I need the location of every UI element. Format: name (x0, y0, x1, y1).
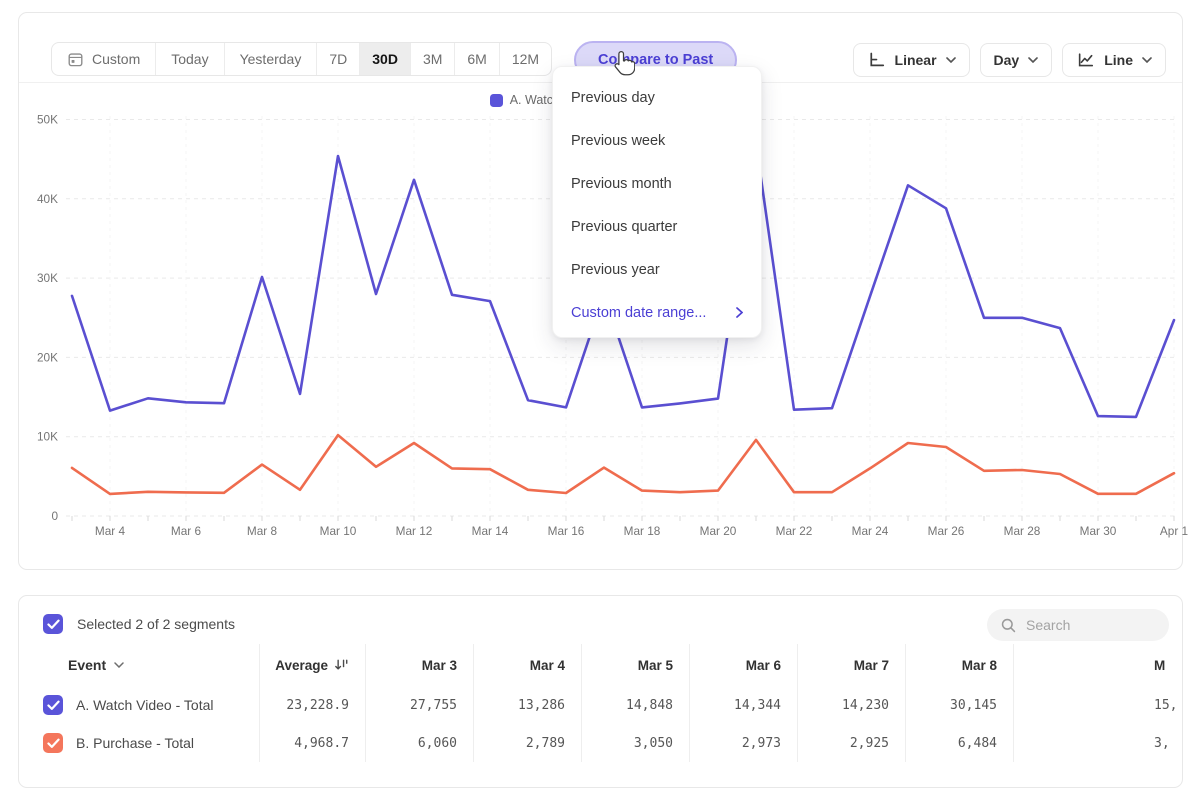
segments-table-card: Selected 2 of 2 segments Event Average M… (18, 595, 1183, 788)
compare-to-past-menu: Previous day Previous week Previous mont… (552, 66, 762, 338)
row-checkbox-watch-video[interactable] (43, 695, 63, 715)
date-preset-custom[interactable]: Custom (52, 43, 156, 75)
cell-mar3: 27,755 (365, 686, 473, 724)
cell-mar5: 14,848 (581, 686, 689, 724)
cell-mar8: 30,145 (905, 686, 1013, 724)
column-header-clipped: M (1013, 644, 1183, 686)
date-preset-today[interactable]: Today (156, 43, 224, 75)
menu-item-previous-day[interactable]: Previous day (553, 76, 761, 119)
table-row-purchase: B. Purchase - Total 4,968.7 6,060 2,789 … (43, 724, 1183, 762)
column-header-mar7: Mar 7 (797, 644, 905, 686)
date-preset-30d[interactable]: 30D (360, 43, 411, 75)
cell-mar6: 2,973 (689, 724, 797, 762)
column-header-mar4: Mar 4 (473, 644, 581, 686)
event-column-header[interactable]: Event (43, 644, 259, 686)
date-preset-7d[interactable]: 7D (317, 43, 360, 75)
date-range-segmented-control: Custom Today Yesterday 7D 30D 3M 6M 12M (51, 42, 552, 76)
date-preset-label: Custom (92, 51, 140, 67)
date-preset-yesterday[interactable]: Yesterday (225, 43, 318, 75)
select-all-checkbox[interactable] (43, 614, 63, 634)
cell-mar7: 14,230 (797, 686, 905, 724)
cell-mar8: 6,484 (905, 724, 1013, 762)
row-checkbox-purchase[interactable] (43, 733, 63, 753)
cell-clipped: 15, (1013, 686, 1183, 724)
menu-item-previous-month[interactable]: Previous month (553, 162, 761, 205)
chevron-down-icon (946, 57, 956, 63)
average-column-header[interactable]: Average (259, 644, 365, 686)
row-label-cell: B. Purchase - Total (43, 724, 259, 762)
linear-axis-icon (867, 51, 886, 69)
column-header-mar8: Mar 8 (905, 644, 1013, 686)
date-preset-3m[interactable]: 3M (411, 43, 455, 75)
granularity-dropdown-button[interactable]: Day (980, 43, 1053, 77)
chevron-right-icon (736, 307, 743, 318)
chevron-down-icon (1028, 57, 1038, 63)
chart-type-dropdown-button[interactable]: Line (1062, 43, 1166, 77)
column-header-mar6: Mar 6 (689, 644, 797, 686)
menu-item-custom-date-range[interactable]: Custom date range... (553, 291, 761, 334)
cell-mar4: 2,789 (473, 724, 581, 762)
search-box[interactable] (987, 609, 1169, 641)
segments-table: Event Average Mar 3 Mar 4 Mar 5 Mar 6 Ma… (43, 644, 1183, 762)
chevron-down-icon (1142, 57, 1152, 63)
cell-mar6: 14,344 (689, 686, 797, 724)
chevron-down-icon (114, 662, 124, 668)
menu-item-previous-quarter[interactable]: Previous quarter (553, 205, 761, 248)
search-input[interactable] (1026, 617, 1146, 633)
table-row-watch-video: A. Watch Video - Total 23,228.9 27,755 1… (43, 686, 1183, 724)
segment-label: A. Watch Video - Total (76, 697, 213, 713)
calendar-icon (67, 51, 84, 68)
scale-dropdown-button[interactable]: Linear (853, 43, 970, 77)
menu-item-previous-week[interactable]: Previous week (553, 119, 761, 162)
menu-item-previous-year[interactable]: Previous year (553, 248, 761, 291)
legend-swatch-purple (490, 94, 503, 107)
segment-label: B. Purchase - Total (76, 735, 194, 751)
table-header-row: Event Average Mar 3 Mar 4 Mar 5 Mar 6 Ma… (43, 644, 1183, 686)
column-header-mar5: Mar 5 (581, 644, 689, 686)
cell-mar4: 13,286 (473, 686, 581, 724)
cell-mar5: 3,050 (581, 724, 689, 762)
cell-clipped: 3, (1013, 724, 1183, 762)
sort-descending-icon (334, 658, 349, 672)
cell-average: 23,228.9 (259, 686, 365, 724)
search-icon (1000, 617, 1017, 634)
date-preset-12m[interactable]: 12M (500, 43, 551, 75)
cell-mar7: 2,925 (797, 724, 905, 762)
line-chart-icon (1076, 51, 1095, 69)
date-preset-6m[interactable]: 6M (455, 43, 499, 75)
cell-average: 4,968.7 (259, 724, 365, 762)
row-label-cell: A. Watch Video - Total (43, 686, 259, 724)
column-header-mar3: Mar 3 (365, 644, 473, 686)
selected-segments-label: Selected 2 of 2 segments (77, 616, 235, 632)
chart-options-group: Linear Day Line (853, 43, 1166, 77)
cell-mar3: 6,060 (365, 724, 473, 762)
